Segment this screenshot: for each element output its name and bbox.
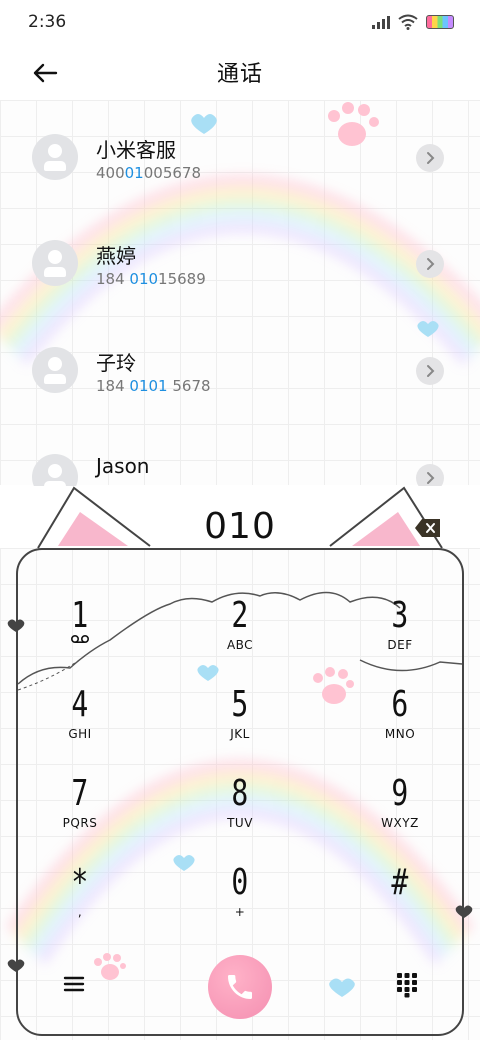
chevron-right-icon xyxy=(427,365,435,377)
battery-icon xyxy=(426,15,454,29)
keypad-grid-icon xyxy=(397,973,417,998)
key-7[interactable]: 7 PQRS xyxy=(20,774,140,850)
key-0[interactable]: 0 + xyxy=(180,863,300,939)
key-4[interactable]: 4 GHI xyxy=(20,685,140,761)
signal-icon xyxy=(372,15,390,29)
contact-row[interactable]: Jason xyxy=(0,424,480,486)
status-time: 2:36 xyxy=(28,12,67,32)
matched-digits: 010 xyxy=(129,270,159,288)
status-bar: 2:36 xyxy=(0,0,480,44)
contact-name: 小米客服 xyxy=(96,138,176,162)
status-icons xyxy=(372,14,454,30)
avatar xyxy=(32,454,78,486)
phone-icon xyxy=(228,975,252,999)
contact-detail-button[interactable] xyxy=(416,144,444,172)
contact-row[interactable]: 子玲 184 0101 5678 xyxy=(0,317,480,423)
back-button[interactable] xyxy=(28,56,62,90)
chevron-right-icon xyxy=(427,258,435,270)
key-3[interactable]: 3 DEF xyxy=(340,596,460,672)
arrow-left-icon xyxy=(33,63,58,83)
wifi-icon xyxy=(398,14,418,30)
key-6[interactable]: 6 MNO xyxy=(340,685,460,761)
avatar xyxy=(32,134,78,180)
keypad-toggle-button[interactable] xyxy=(396,972,418,998)
contact-name: Jason xyxy=(96,454,150,478)
contact-row[interactable]: 小米客服 40001005678 xyxy=(0,104,480,210)
avatar xyxy=(32,240,78,286)
contact-number: 184 0101 5678 xyxy=(96,377,211,395)
key-9[interactable]: 9 WXYZ xyxy=(340,774,460,850)
menu-button[interactable] xyxy=(62,972,86,996)
delete-button[interactable] xyxy=(414,517,442,539)
key-hash[interactable]: # xyxy=(340,863,460,939)
call-button[interactable] xyxy=(208,955,272,1019)
key-2[interactable]: 2 ABC xyxy=(180,596,300,672)
key-5[interactable]: 5 JKL xyxy=(180,685,300,761)
contact-detail-button[interactable] xyxy=(416,357,444,385)
matched-digits: 01 xyxy=(124,164,144,182)
hamburger-menu-icon xyxy=(63,976,85,992)
contact-detail-button[interactable] xyxy=(416,464,444,486)
contact-number: 40001005678 xyxy=(96,164,201,182)
chevron-right-icon xyxy=(427,472,435,484)
key-1[interactable]: 1 xyxy=(20,596,140,672)
backspace-icon xyxy=(415,519,440,537)
dial-number-display[interactable]: 010 xyxy=(140,506,340,547)
contact-number: 184 01015689 xyxy=(96,270,206,288)
contact-name: 子玲 xyxy=(96,351,136,375)
page-title: 通话 xyxy=(216,62,263,87)
matched-digits: 0101 xyxy=(129,377,168,395)
key-8[interactable]: 8 TUV xyxy=(180,774,300,850)
contact-name: 燕婷 xyxy=(96,244,136,268)
key-star[interactable]: * , xyxy=(20,863,140,939)
chevron-right-icon xyxy=(427,152,435,164)
header: 通话 xyxy=(0,44,480,100)
contact-detail-button[interactable] xyxy=(416,250,444,278)
contact-row[interactable]: 燕婷 184 01015689 xyxy=(0,210,480,316)
avatar xyxy=(32,347,78,393)
